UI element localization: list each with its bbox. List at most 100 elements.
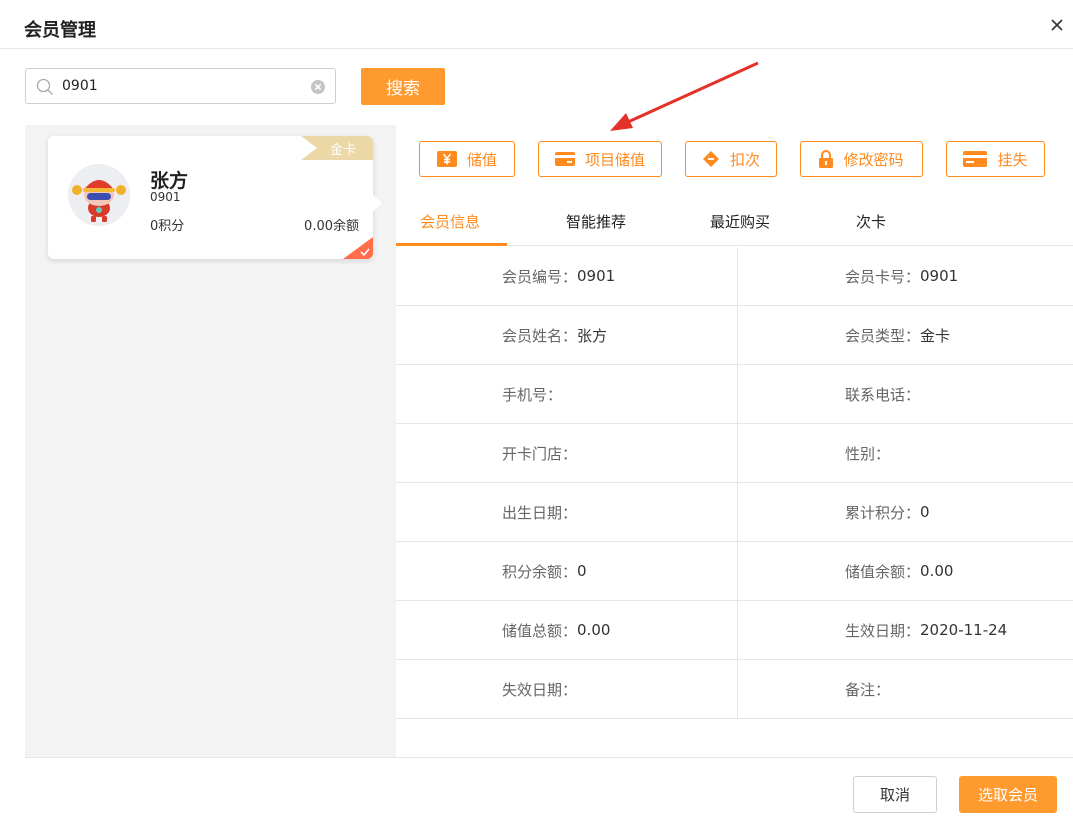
change-password-label: 修改密码 <box>843 150 904 169</box>
card-type-label: 金卡 <box>329 143 356 158</box>
clear-icon[interactable] <box>310 79 326 95</box>
dialog-title: 会员管理 <box>24 20 96 41</box>
info-cell: 联系电话： <box>738 365 1073 423</box>
info-label: 联系电话： <box>845 385 921 404</box>
column-divider <box>737 660 738 718</box>
member-info-table: 会员编号： 0901 会员卡号： 0901 会员姓名： 张方 会员类型： 金卡 手机号： 联系电话… <box>396 247 1073 719</box>
member-points: 0积分 <box>150 219 185 234</box>
column-divider <box>737 483 738 541</box>
info-value: 0 <box>920 503 930 521</box>
select-member-button[interactable]: 选取会员 <box>959 776 1057 813</box>
info-label: 生效日期： <box>845 621 921 640</box>
column-divider <box>737 247 738 305</box>
info-row: 手机号： 联系电话： <box>396 365 1073 424</box>
project-recharge-button[interactable]: 项目储值 <box>538 141 662 177</box>
info-cell: 开卡门店： <box>396 424 737 482</box>
annotation-arrow-icon <box>610 61 759 131</box>
tab-recent-purchase[interactable]: 最近购买 <box>710 211 770 232</box>
info-cell: 手机号： <box>396 365 737 423</box>
yuan-icon <box>436 151 457 167</box>
check-icon <box>360 248 370 256</box>
card-icon <box>554 152 575 166</box>
footer-divider <box>25 757 1073 758</box>
info-cell: 备注： <box>738 660 1073 718</box>
tab-smart-recommend[interactable]: 智能推荐 <box>566 211 626 232</box>
info-value: 0.00 <box>577 621 611 639</box>
tab-member-info[interactable]: 会员信息 <box>420 211 480 232</box>
info-label: 会员卡号： <box>845 267 921 286</box>
info-cell: 性别： <box>738 424 1073 482</box>
lock-icon <box>819 150 834 168</box>
info-row: 会员姓名： 张方 会员类型： 金卡 <box>396 306 1073 365</box>
info-value: 0.00 <box>920 562 954 580</box>
info-label: 开卡门店： <box>502 444 578 463</box>
info-label: 会员姓名： <box>502 326 578 345</box>
info-row: 会员编号： 0901 会员卡号： 0901 <box>396 247 1073 306</box>
info-value: 0 <box>577 562 587 580</box>
column-divider <box>737 365 738 423</box>
info-label: 备注： <box>845 680 891 699</box>
info-label: 累计积分： <box>845 503 921 522</box>
member-number: 0901 <box>150 190 181 204</box>
search-value: 0901 <box>62 78 98 94</box>
info-label: 积分余额： <box>502 562 578 581</box>
column-divider <box>737 306 738 364</box>
info-label: 性别： <box>845 444 891 463</box>
recharge-label: 储值 <box>466 150 497 169</box>
search-button[interactable]: 搜索 <box>361 68 445 105</box>
deduct-times-label: 扣次 <box>729 150 760 169</box>
info-cell: 积分余额： 0 <box>396 542 737 600</box>
info-label: 出生日期： <box>502 503 578 522</box>
info-row: 积分余额： 0 储值余额： 0.00 <box>396 542 1073 601</box>
header-divider <box>0 48 1073 49</box>
info-cell: 失效日期： <box>396 660 737 718</box>
info-value: 2020-11-24 <box>920 621 1008 639</box>
column-divider <box>737 424 738 482</box>
report-loss-label: 挂失 <box>997 150 1028 169</box>
search-input[interactable]: 0901 <box>25 68 336 104</box>
search-icon <box>36 78 53 95</box>
info-label: 会员类型： <box>845 326 921 345</box>
card-pointer <box>373 195 382 211</box>
info-cell: 会员卡号： 0901 <box>738 247 1073 305</box>
info-cell: 会员类型： 金卡 <box>738 306 1073 364</box>
info-cell: 储值余额： 0.00 <box>738 542 1073 600</box>
deduct-times-button[interactable]: 扣次 <box>685 141 777 177</box>
cancel-button[interactable]: 取消 <box>853 776 937 813</box>
info-value: 金卡 <box>920 326 951 345</box>
member-name: 张方 <box>150 170 189 192</box>
active-tab-indicator <box>396 243 507 246</box>
info-label: 失效日期： <box>502 680 578 699</box>
info-row: 失效日期： 备注： <box>396 660 1073 719</box>
info-cell: 累计积分： 0 <box>738 483 1073 541</box>
recharge-button[interactable]: 储值 <box>419 141 515 177</box>
info-row: 出生日期： 累计积分： 0 <box>396 483 1073 542</box>
info-label: 储值总额： <box>502 621 578 640</box>
info-value: 张方 <box>577 326 608 345</box>
change-password-button[interactable]: 修改密码 <box>800 141 923 177</box>
info-label: 会员编号： <box>502 267 578 286</box>
info-value: 0901 <box>577 267 616 285</box>
column-divider <box>737 542 738 600</box>
ticket-icon <box>702 151 719 167</box>
info-label: 储值余额： <box>845 562 921 581</box>
info-row: 储值总额： 0.00 生效日期： 2020-11-24 <box>396 601 1073 660</box>
member-balance: 0.00余额 <box>304 219 359 234</box>
close-icon <box>1051 19 1063 31</box>
info-cell: 会员编号： 0901 <box>396 247 737 305</box>
tab-times-card[interactable]: 次卡 <box>856 211 886 232</box>
close-button[interactable] <box>1046 14 1068 36</box>
info-row: 开卡门店： 性别： <box>396 424 1073 483</box>
member-card[interactable]: 金卡 张方 0901 0积分 0.00余额 <box>48 136 373 259</box>
info-label: 手机号： <box>502 385 563 404</box>
info-cell: 储值总额： 0.00 <box>396 601 737 659</box>
tabs-bar: 会员信息 智能推荐 最近购买 次卡 <box>396 197 1073 246</box>
avatar <box>68 164 130 226</box>
project-recharge-label: 项目储值 <box>584 150 645 169</box>
column-divider <box>737 601 738 659</box>
info-cell: 出生日期： <box>396 483 737 541</box>
info-value: 0901 <box>920 267 959 285</box>
info-cell: 生效日期： 2020-11-24 <box>738 601 1073 659</box>
report-loss-button[interactable]: 挂失 <box>946 141 1045 177</box>
info-cell: 会员姓名： 张方 <box>396 306 737 364</box>
